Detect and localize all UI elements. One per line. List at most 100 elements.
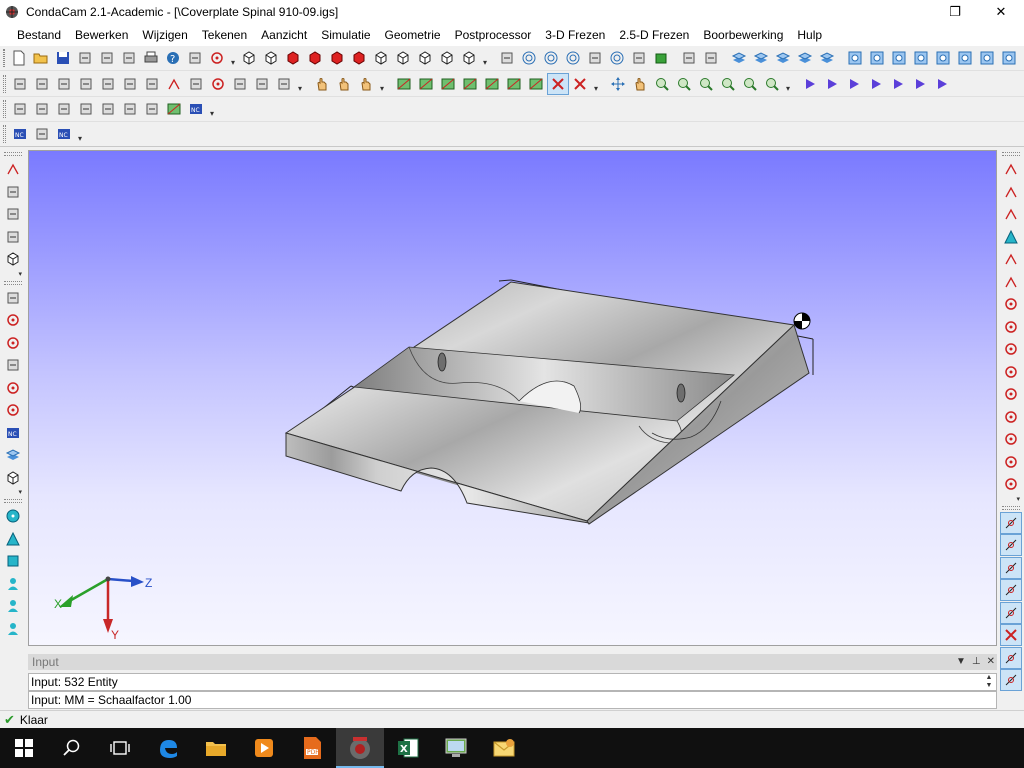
paste-small-icon[interactable] — [75, 98, 97, 120]
redo-icon[interactable] — [206, 47, 228, 69]
play-icon[interactable] — [799, 73, 821, 95]
restore-button[interactable]: ❐ — [932, 0, 978, 24]
copy-icon[interactable] — [96, 47, 118, 69]
hand-icon[interactable] — [311, 73, 333, 95]
cut-mill-icon[interactable] — [2, 287, 24, 309]
menu-wijzigen[interactable]: Wijzigen — [135, 24, 194, 46]
edge-button[interactable] — [144, 728, 192, 768]
play5-icon[interactable] — [887, 73, 909, 95]
pointer-icon[interactable] — [355, 73, 377, 95]
toolbar-overflow-icon[interactable]: ▾ — [4, 271, 22, 279]
3d-viewport[interactable]: X Z Y — [28, 150, 997, 646]
play2-icon[interactable] — [821, 73, 843, 95]
grid-green-icon[interactable] — [650, 47, 672, 69]
open-folder-icon[interactable] — [30, 47, 52, 69]
frame-icon[interactable] — [393, 73, 415, 95]
tool-path-icon[interactable] — [678, 47, 700, 69]
snap-mid-icon[interactable] — [1000, 556, 1022, 579]
excel-button[interactable]: X — [384, 728, 432, 768]
hole-left[interactable] — [437, 352, 447, 372]
square-target-icon[interactable] — [954, 47, 976, 69]
snap-tangent-icon[interactable] — [1000, 646, 1022, 669]
circle-red-icon[interactable] — [1000, 406, 1022, 428]
toolbar-grip[interactable] — [4, 499, 22, 503]
frame-icon[interactable] — [525, 73, 547, 95]
zoom-plus-icon[interactable] — [739, 73, 761, 95]
rotate-ccw-icon[interactable] — [53, 73, 75, 95]
point-dots-icon[interactable] — [1000, 158, 1022, 180]
circle-red-icon[interactable] — [1000, 338, 1022, 360]
toolbar-grip[interactable] — [4, 152, 22, 156]
nc-blue-icon[interactable]: NC — [185, 98, 207, 120]
paste-icon[interactable] — [118, 47, 140, 69]
square-tool-icon[interactable] — [2, 550, 24, 572]
toolbar-grip[interactable] — [3, 100, 6, 118]
cube-wire-icon[interactable] — [238, 47, 260, 69]
close-button[interactable]: ✕ — [978, 0, 1024, 24]
snap-cross-icon[interactable] — [1000, 624, 1022, 646]
cube-iso-icon[interactable] — [392, 47, 414, 69]
new-file-icon[interactable] — [8, 47, 30, 69]
spiral-icon[interactable] — [562, 47, 584, 69]
cut-icon[interactable] — [74, 47, 96, 69]
nc-red-icon[interactable]: NC — [2, 422, 24, 444]
command-input[interactable]: Input: MM = Schaalfactor 1.00 — [28, 691, 997, 709]
frame-icon[interactable] — [459, 73, 481, 95]
file-explorer-button[interactable] — [192, 728, 240, 768]
frame-icon[interactable] — [415, 73, 437, 95]
2d-curve-icon[interactable] — [584, 47, 606, 69]
measure-icon[interactable] — [2, 203, 24, 225]
menu-tekenen[interactable]: Tekenen — [195, 24, 254, 46]
view-cube-icon[interactable] — [2, 248, 24, 270]
contour-icon[interactable] — [2, 354, 24, 376]
cube-red-icon[interactable] — [282, 47, 304, 69]
cube-iso-icon[interactable] — [458, 47, 480, 69]
cube-iso-icon[interactable] — [414, 47, 436, 69]
pdf-button[interactable]: PDF — [288, 728, 336, 768]
toolbar-overflow-icon[interactable]: ▾ — [295, 75, 305, 93]
menu-geometrie[interactable]: Geometrie — [378, 24, 448, 46]
spiral-target-icon[interactable] — [1020, 47, 1024, 69]
cube-green-icon[interactable] — [2, 467, 24, 489]
zigzag-icon[interactable] — [1000, 248, 1022, 270]
square-target-icon[interactable] — [976, 47, 998, 69]
cut-small-icon[interactable] — [31, 98, 53, 120]
zoom-window-icon[interactable] — [673, 73, 695, 95]
toolbar-overflow-icon[interactable]: ▾ — [75, 125, 85, 143]
spline-icon[interactable] — [1000, 271, 1022, 293]
layers-icon[interactable] — [750, 47, 772, 69]
snap-center-icon[interactable] — [1000, 669, 1022, 691]
cross-icon[interactable] — [547, 73, 569, 95]
translate-icon[interactable] — [141, 98, 163, 120]
delete-x-icon[interactable] — [229, 73, 251, 95]
menu-25d-frezen[interactable]: 2.5-D Frezen — [612, 24, 696, 46]
menu-bewerken[interactable]: Bewerken — [68, 24, 135, 46]
remote-desktop-button[interactable] — [432, 728, 480, 768]
menu-aanzicht[interactable]: Aanzicht — [254, 24, 314, 46]
snap-end-icon[interactable] — [1000, 511, 1022, 534]
nc-program-icon[interactable]: NC — [9, 123, 31, 145]
copy-small-icon[interactable] — [53, 98, 75, 120]
layers-icon[interactable] — [816, 47, 838, 69]
menu-simulatie[interactable]: Simulatie — [314, 24, 377, 46]
layers-green-icon[interactable] — [2, 444, 24, 466]
arrow-select-icon[interactable] — [9, 73, 31, 95]
help-icon[interactable]: ? — [162, 47, 184, 69]
snap-line-icon[interactable] — [1000, 579, 1022, 601]
toolbar-grip[interactable] — [4, 280, 22, 285]
arc-red-icon[interactable] — [1000, 428, 1022, 450]
cube-red-icon[interactable] — [326, 47, 348, 69]
cube-iso-icon[interactable] — [436, 47, 458, 69]
cross-icon[interactable] — [569, 73, 591, 95]
print-icon[interactable] — [140, 47, 162, 69]
drill-red-icon[interactable] — [2, 309, 24, 331]
zoom-minus-icon[interactable] — [761, 73, 783, 95]
toolbar-grip[interactable] — [1002, 152, 1020, 156]
origin-marker[interactable] — [793, 312, 811, 330]
cube-red-icon[interactable] — [348, 47, 370, 69]
search-button[interactable] — [48, 728, 96, 768]
play3-icon[interactable] — [843, 73, 865, 95]
save-icon[interactable] — [52, 47, 74, 69]
toolbar-overflow-icon[interactable]: ▾ — [783, 75, 793, 93]
select-point-icon[interactable] — [2, 158, 24, 180]
